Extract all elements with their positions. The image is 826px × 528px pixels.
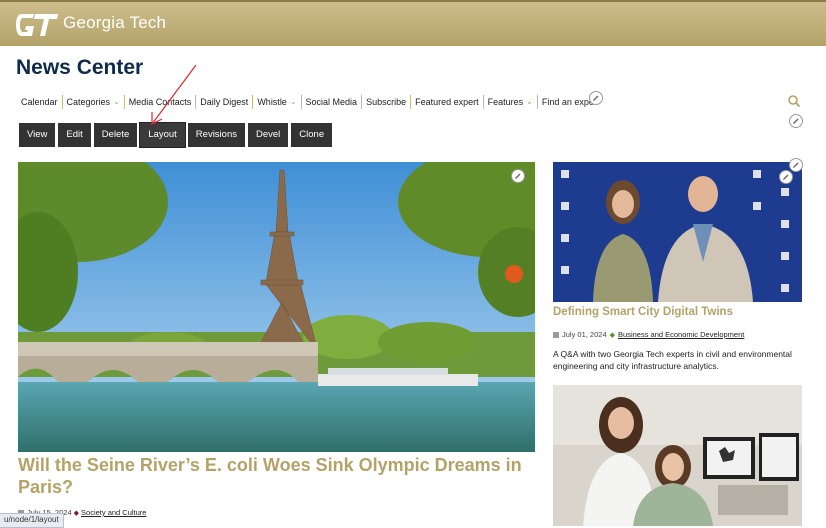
nav-item-subscribe[interactable]: Subscribe [362,95,412,109]
chevron-down-icon: ⌄ [113,97,120,106]
category-diamond-icon: ◆ [609,331,616,339]
nav-item-features[interactable]: Features ⌄ [484,95,538,109]
chevron-down-icon: ⌄ [289,97,297,106]
site-header: Georgia Tech [0,0,826,46]
edit-pencil-icon[interactable] [789,114,803,128]
nav-label: Whistle [257,97,287,107]
story-date: July 01, 2024 [562,330,607,339]
tab-layout[interactable]: Layout [139,122,186,148]
main-story-title[interactable]: Will the Seine River’s E. coli Woes Sink… [18,454,538,498]
edit-pencil-icon[interactable] [511,169,525,183]
calendar-icon [553,331,559,338]
logo-text[interactable]: Georgia Tech [63,13,166,33]
nav-label: Features [487,97,524,107]
tab-revisions[interactable]: Revisions [187,123,245,147]
category-link[interactable]: Society and Culture [81,508,146,517]
nav-label: Media Contacts [128,97,192,107]
tab-clone[interactable]: Clone [291,123,333,147]
nav-item-daily-digest[interactable]: Daily Digest [196,95,254,109]
second-story-image[interactable] [553,385,802,526]
main-nav: Calendar Categories ⌄ Media Contacts Dail… [17,94,598,110]
chevron-down-icon: ⌄ [526,97,533,106]
side-story-meta: July 01, 2024 ◆ Business and Economic De… [553,330,744,339]
category-diamond-icon: ◆ [73,509,80,517]
page-title[interactable]: News Center [16,56,143,80]
category-link[interactable]: Business and Economic Development [618,330,744,339]
nav-item-featured-expert[interactable]: Featured expert [411,95,484,109]
gt-logo-icon[interactable] [14,10,60,40]
search-icon[interactable] [787,94,801,108]
main-story-image[interactable] [18,162,535,452]
admin-tabs: View Edit Delete Layout Revisions Devel … [19,122,335,148]
nav-label: Categories [66,97,111,107]
nav-item-media-contacts[interactable]: Media Contacts [125,95,197,109]
edit-pencil-icon[interactable] [589,91,603,105]
edit-pencil-icon[interactable] [789,158,803,172]
nav-label: Calendar [21,97,58,107]
nav-label: Featured expert [415,97,479,107]
nav-label: Find an expe [541,97,594,107]
nav-item-calendar[interactable]: Calendar [17,95,63,109]
nav-item-social-media[interactable]: Social Media [302,95,363,109]
nav-label: Social Media [305,97,358,107]
side-story-summary: A Q&A with two Georgia Tech experts in c… [553,349,792,371]
side-story-title[interactable]: Defining Smart City Digital Twins [553,306,733,318]
tab-delete[interactable]: Delete [93,123,138,147]
nav-label: Subscribe [366,97,407,107]
nav-label: Daily Digest [200,97,249,107]
nav-item-whistle[interactable]: Whistle ⌄ [253,95,302,109]
tab-edit[interactable]: Edit [58,123,91,147]
nav-item-categories[interactable]: Categories ⌄ [63,95,125,109]
tab-devel[interactable]: Devel [247,123,289,147]
edit-pencil-icon[interactable] [779,170,793,184]
tab-view[interactable]: View [19,123,56,147]
side-story-image[interactable] [553,162,802,302]
